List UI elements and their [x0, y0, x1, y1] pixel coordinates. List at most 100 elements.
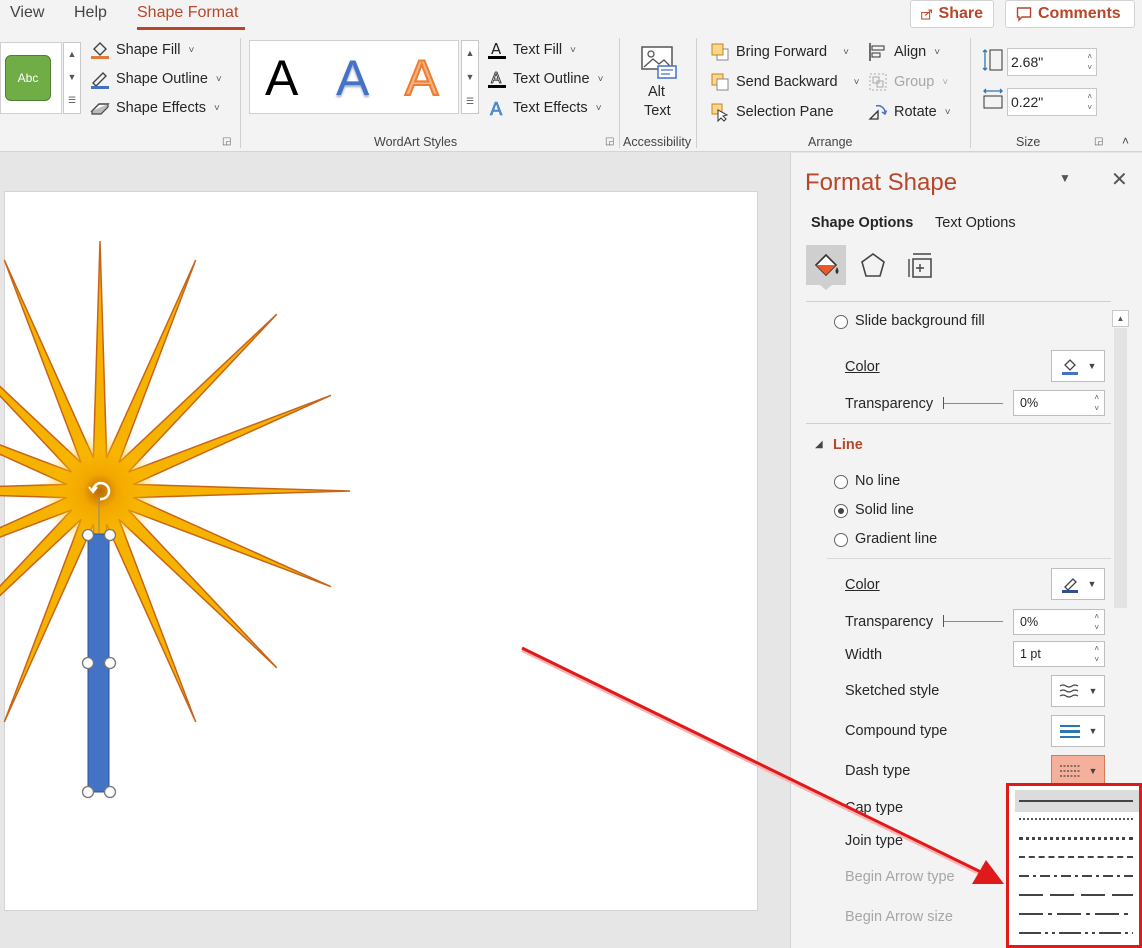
text-outline-button[interactable]: A Text Outline ˅: [487, 69, 603, 89]
dash-option-dash-dot[interactable]: [1019, 867, 1133, 885]
tab-help[interactable]: Help: [74, 4, 107, 22]
wordart-gallery-scroll[interactable]: ▲ ▼ ☰: [461, 40, 479, 114]
long-dash-dot-dot-line: [1019, 932, 1133, 934]
slide-background-fill-label: Slide background fill: [855, 313, 985, 329]
line-width-input[interactable]: 1 pt ˄ ˅: [1013, 641, 1105, 667]
dash-option-long-dash[interactable]: [1019, 886, 1133, 904]
cap-type-label: Cap type: [845, 800, 904, 816]
text-effects-icon: A: [490, 99, 504, 118]
tab-shape-format[interactable]: Shape Format: [137, 4, 238, 22]
shape-width-icon: [983, 88, 1003, 109]
spinner-icon[interactable]: ˄ ˅: [1094, 643, 1099, 665]
pen-outline-icon: [91, 72, 109, 89]
dash-dot-line: [1019, 875, 1133, 877]
fill-transparency-value: 0%: [1020, 396, 1039, 410]
dash-type-label: Dash type: [845, 763, 911, 779]
shape-height-input[interactable]: 2.68" ˄ ˅: [1007, 48, 1097, 76]
line-transparency-value: 0%: [1020, 615, 1039, 629]
chevron-down-icon: ▼: [1088, 766, 1098, 776]
shape-style-gallery-scroll[interactable]: ▲ ▼ ☰: [63, 42, 81, 114]
wordart-launcher-icon[interactable]: ◲: [605, 136, 614, 147]
line-section-title[interactable]: Line: [833, 437, 863, 453]
shape-height-value: 2.68": [1011, 54, 1044, 70]
size-properties-icon[interactable]: [907, 251, 935, 281]
scroll-up-icon[interactable]: ▲: [1112, 310, 1129, 327]
scroll-thumb[interactable]: [1114, 328, 1127, 608]
share-button[interactable]: Share: [910, 0, 994, 28]
compound-type-button[interactable]: ▼: [1051, 715, 1105, 747]
join-type-label: Join type: [845, 833, 904, 849]
line-color-button[interactable]: ▼: [1051, 568, 1105, 600]
dash-option-long-dash-dot-dot[interactable]: [1019, 924, 1133, 942]
wordart-style-blue[interactable]: A: [336, 49, 369, 107]
line-transparency-input[interactable]: 0% ˄ ˅: [1013, 609, 1105, 635]
sketched-style-button[interactable]: ▼: [1051, 675, 1105, 707]
svg-text:A: A: [490, 99, 503, 118]
close-icon[interactable]: ✕: [1111, 167, 1128, 192]
gradient-line-radio[interactable]: [834, 533, 848, 547]
tab-view[interactable]: View: [10, 4, 44, 22]
wordart-style-orange-outline[interactable]: A: [404, 49, 439, 107]
pentagon-effects-icon[interactable]: [859, 251, 887, 279]
shape-width-input[interactable]: 0.22" ˄ ˅: [1007, 88, 1097, 116]
svg-text:A: A: [491, 40, 502, 58]
align-button[interactable]: Align ˅: [868, 42, 940, 62]
share-label: Share: [938, 5, 983, 22]
dash-option-solid[interactable]: [1019, 792, 1133, 810]
alt-text-button[interactable]: Alt Text: [630, 42, 686, 122]
solid-line-radio[interactable]: [834, 504, 848, 518]
selection-pane-button[interactable]: Selection Pane: [710, 102, 834, 122]
collapse-section-icon[interactable]: ◢: [815, 439, 823, 450]
group-button[interactable]: Group ˅: [868, 72, 948, 92]
shape-effects-button[interactable]: Shape Effects ˅: [90, 98, 220, 118]
fill-transparency-slider[interactable]: [943, 397, 1003, 409]
bring-forward-icon: [711, 43, 729, 61]
line-width-label: Width: [845, 647, 883, 663]
long-dash-dot-line: [1019, 913, 1133, 915]
bring-forward-label: Bring Forward: [736, 44, 828, 60]
shape-fill-label: Shape Fill: [116, 42, 181, 58]
rotate-label: Rotate: [894, 104, 937, 120]
spinner-icon[interactable]: ˄ ˅: [1094, 392, 1099, 414]
dash-option-square-dot[interactable]: [1019, 829, 1133, 847]
comments-button[interactable]: Comments: [1005, 0, 1135, 28]
accessibility-group-label: Accessibility: [623, 135, 692, 149]
fill-color-button[interactable]: ▼: [1051, 350, 1105, 382]
fill-transparency-input[interactable]: 0% ˄ ˅: [1013, 390, 1105, 416]
line-color-label: Color: [845, 577, 880, 593]
line-transparency-slider[interactable]: [943, 615, 1003, 627]
text-effects-button[interactable]: A Text Effects ˅: [487, 98, 602, 118]
spinner-icon[interactable]: ˄ ˅: [1094, 611, 1099, 633]
width-spinner-icon[interactable]: ˄ ˅: [1087, 91, 1092, 113]
height-spinner-icon[interactable]: ˄ ˅: [1087, 51, 1092, 73]
size-launcher-icon[interactable]: ◲: [1094, 136, 1103, 147]
shape-fill-button[interactable]: Shape Fill ˅: [90, 40, 194, 60]
slide-background-fill-radio[interactable]: [834, 315, 848, 329]
dash-option-long-dash-dot[interactable]: [1019, 905, 1133, 923]
pane-options-dropdown-icon[interactable]: ▼: [1059, 171, 1071, 185]
shape-styles-launcher-icon[interactable]: ◲: [222, 136, 231, 147]
wordart-style-black[interactable]: A: [265, 49, 298, 107]
chevron-down-icon: ˅: [944, 106, 951, 118]
send-backward-button[interactable]: Send Backward ˅: [710, 72, 859, 92]
dash-option-dash[interactable]: [1019, 848, 1133, 866]
group-divider: [240, 38, 241, 148]
selection-pane-label: Selection Pane: [736, 104, 834, 120]
bring-forward-button[interactable]: Bring Forward ˅: [710, 42, 849, 62]
no-line-radio[interactable]: [834, 475, 848, 489]
dash-option-round-dot[interactable]: [1019, 810, 1133, 828]
selected-category-pointer: [819, 284, 833, 290]
text-fill-button[interactable]: A Text Fill ˅: [487, 40, 576, 60]
no-line-label: No line: [855, 473, 901, 489]
fill-line-category[interactable]: [806, 245, 846, 285]
tab-shape-options[interactable]: Shape Options: [811, 215, 913, 231]
chevron-down-icon: ▼: [1088, 726, 1098, 736]
shape-style-preset[interactable]: Abc: [5, 55, 51, 101]
tab-text-options[interactable]: Text Options: [935, 215, 1016, 231]
chevron-down-icon: ˅: [843, 46, 849, 58]
rotate-button[interactable]: Rotate ˅: [868, 102, 951, 122]
compound-type-label: Compound type: [845, 723, 948, 739]
shape-outline-button[interactable]: Shape Outline ˅: [90, 69, 222, 89]
collapse-ribbon-icon[interactable]: ˄: [1122, 134, 1129, 148]
shape-outline-label: Shape Outline: [116, 71, 208, 87]
